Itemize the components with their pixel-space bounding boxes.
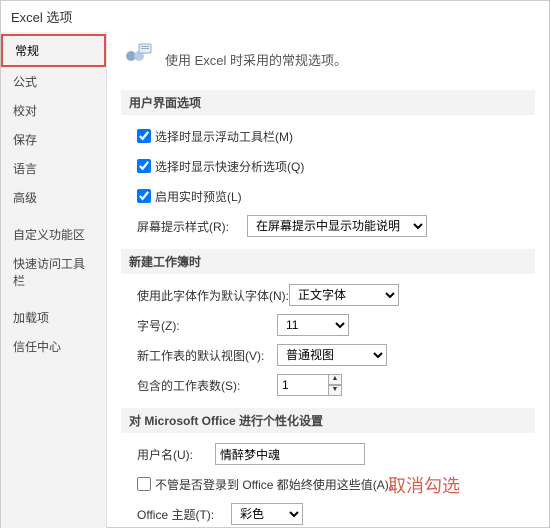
sidebar-item-general[interactable]: 常规 [1, 34, 106, 67]
section-personalize-title: 对 Microsoft Office 进行个性化设置 [121, 408, 535, 433]
sheet-count-input[interactable] [277, 374, 329, 396]
default-view-label: 新工作表的默认视图(V): [137, 347, 277, 364]
opt-quick-analysis-label: 选择时显示快速分析选项(Q) [155, 158, 304, 175]
sidebar-item-save[interactable]: 保存 [1, 125, 106, 154]
opt-live-preview-chk[interactable] [137, 189, 151, 203]
opt-quick-analysis-chk[interactable] [137, 159, 151, 173]
window-title: Excel 选项 [1, 1, 549, 32]
sidebar-item-quick-access[interactable]: 快速访问工具栏 [1, 249, 106, 295]
opt-always-use-values-label: 不管是否登录到 Office 都始终使用这些值(A)。 [155, 476, 401, 493]
username-input[interactable] [215, 443, 365, 465]
default-font-select[interactable]: 正文字体 [289, 284, 399, 306]
default-font-label: 使用此字体作为默认字体(N): [137, 287, 289, 304]
sheet-count-label: 包含的工作表数(S): [137, 377, 277, 394]
opt-live-preview[interactable]: 启用实时预览(L) [137, 188, 242, 205]
opt-mini-toolbar-label: 选择时显示浮动工具栏(M) [155, 128, 293, 145]
font-size-label: 字号(Z): [137, 317, 277, 334]
username-label: 用户名(U): [137, 446, 215, 463]
sidebar: 常规 公式 校对 保存 语言 高级 自定义功能区 快速访问工具栏 加载项 信任中… [1, 32, 107, 528]
section-workbook-title: 新建工作簿时 [121, 249, 535, 274]
sidebar-item-addins[interactable]: 加载项 [1, 303, 106, 332]
sidebar-item-customize-ribbon[interactable]: 自定义功能区 [1, 220, 106, 249]
main-area: 常规 公式 校对 保存 语言 高级 自定义功能区 快速访问工具栏 加载项 信任中… [1, 32, 549, 528]
sidebar-item-proofing[interactable]: 校对 [1, 96, 106, 125]
sidebar-item-language[interactable]: 语言 [1, 154, 106, 183]
spinner-up-icon[interactable]: ▲ [328, 374, 342, 385]
sheet-count-spinner[interactable]: ▲▼ [328, 374, 342, 396]
sidebar-item-trust-center[interactable]: 信任中心 [1, 332, 106, 361]
opt-mini-toolbar-chk[interactable] [137, 129, 151, 143]
header: 使用 Excel 时采用的常规选项。 [121, 42, 535, 76]
opt-mini-toolbar[interactable]: 选择时显示浮动工具栏(M) [137, 128, 293, 145]
sidebar-item-advanced[interactable]: 高级 [1, 183, 106, 212]
default-view-select[interactable]: 普通视图 [277, 344, 387, 366]
opt-always-use-values-chk[interactable] [137, 477, 151, 491]
font-size-select[interactable]: 11 [277, 314, 349, 336]
content-panel: 使用 Excel 时采用的常规选项。 用户界面选项 选择时显示浮动工具栏(M) … [107, 32, 549, 528]
office-theme-label: Office 主题(T): [137, 506, 231, 523]
office-theme-select[interactable]: 彩色 [231, 503, 303, 525]
sidebar-item-formulas[interactable]: 公式 [1, 67, 106, 96]
opt-live-preview-label: 启用实时预览(L) [155, 188, 242, 205]
options-icon [121, 42, 155, 76]
spinner-down-icon[interactable]: ▼ [328, 385, 342, 396]
header-text: 使用 Excel 时采用的常规选项。 [165, 50, 347, 69]
screentip-select[interactable]: 在屏幕提示中显示功能说明 [247, 215, 427, 237]
section-ui-title: 用户界面选项 [121, 90, 535, 115]
opt-always-use-values[interactable]: 不管是否登录到 Office 都始终使用这些值(A)。 [137, 476, 401, 493]
screentip-label: 屏幕提示样式(R): [137, 218, 247, 235]
opt-quick-analysis[interactable]: 选择时显示快速分析选项(Q) [137, 158, 304, 175]
